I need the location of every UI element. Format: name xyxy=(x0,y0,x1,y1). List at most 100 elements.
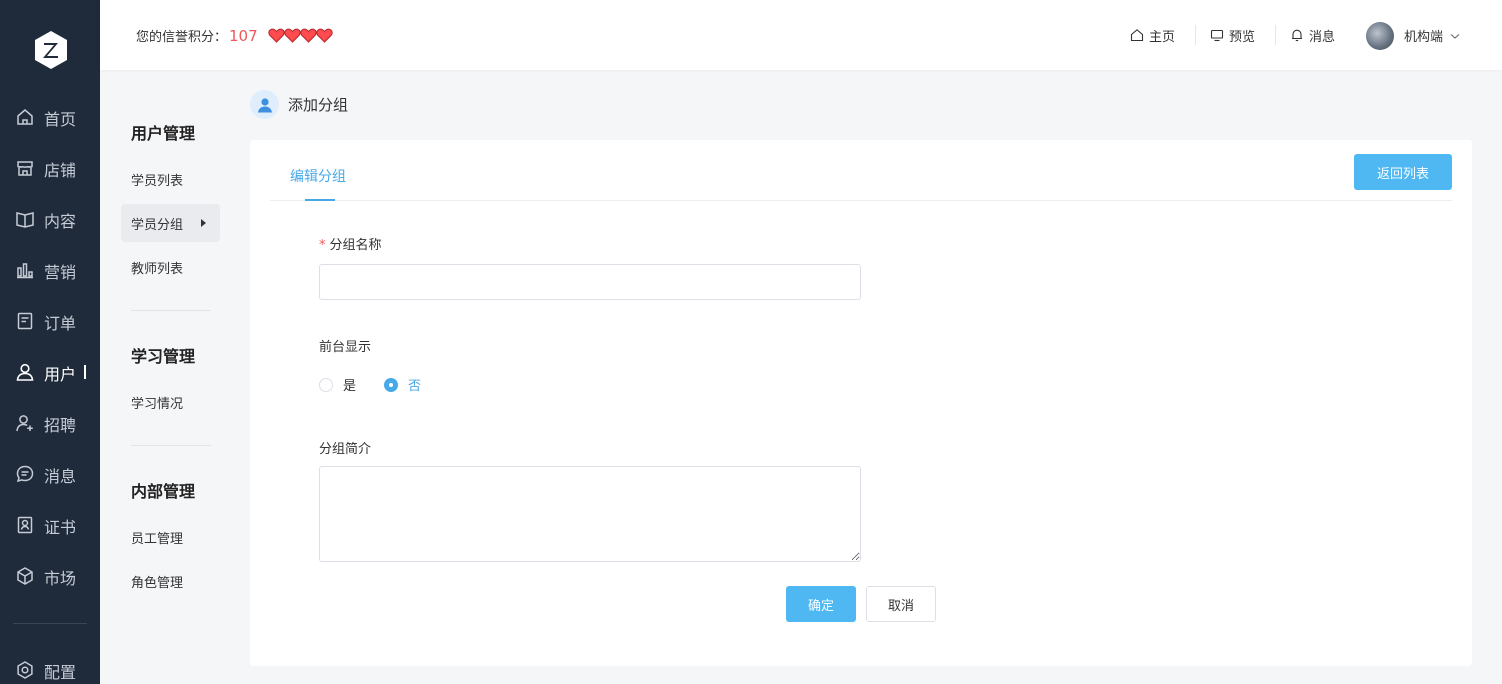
store-icon xyxy=(17,161,33,176)
submenu-item-student-list[interactable]: 学员列表 xyxy=(121,160,220,198)
certificate-icon xyxy=(17,516,33,534)
user-menu[interactable]: 机构端 xyxy=(1404,26,1461,45)
submenu-item-label: 学习情况 xyxy=(131,396,184,412)
sidebar-item-recruit[interactable]: 招聘 xyxy=(0,408,100,438)
sidebar-item-label: 订单 xyxy=(44,314,77,333)
radio-circle[interactable] xyxy=(319,377,333,392)
group-intro-textarea[interactable] xyxy=(319,466,861,562)
tab-divider xyxy=(270,200,1452,201)
sidebar-item-home[interactable]: 首页 xyxy=(0,102,100,132)
gear-icon xyxy=(17,661,33,679)
submenu-item-teacher-list[interactable]: 教师列表 xyxy=(121,248,220,286)
credit-value: 107 xyxy=(229,26,258,45)
submenu-item-label: 学员分组 xyxy=(131,217,184,233)
user-name: 机构端 xyxy=(1404,30,1444,45)
sidebar-item-label: 营销 xyxy=(44,263,77,282)
sidebar-item-label: 消息 xyxy=(44,467,77,486)
group-name-input[interactable] xyxy=(319,264,861,300)
header-separator xyxy=(1275,25,1276,45)
sidebar-item-market[interactable]: 市场 xyxy=(0,561,100,591)
header-nav-label: 预览 xyxy=(1229,29,1256,45)
sidebar-item-messages[interactable]: 消息 xyxy=(0,459,100,489)
submenu-item-staff[interactable]: 员工管理 xyxy=(121,518,220,556)
submenu-divider xyxy=(131,310,211,311)
sidebar-item-marketing[interactable]: 营销 xyxy=(0,255,100,285)
sidebar-item-label: 市场 xyxy=(44,569,77,588)
header-nav-home[interactable]: 主页 xyxy=(1130,24,1175,46)
credit-label: 您的信誉积分： xyxy=(136,30,228,45)
chart-bars-icon xyxy=(17,263,33,279)
heart-icon xyxy=(284,28,301,43)
header-nav-label: 主页 xyxy=(1149,29,1176,45)
active-indicator xyxy=(84,365,86,379)
radio-label: 是 xyxy=(343,379,357,394)
home-icon xyxy=(1130,29,1144,42)
submenu-group-title: 内部管理 xyxy=(131,482,196,501)
bell-icon xyxy=(1292,29,1302,42)
header-separator xyxy=(1195,25,1196,45)
header-nav-preview[interactable]: 预览 xyxy=(1210,24,1255,46)
submenu-item-label: 教师列表 xyxy=(131,261,184,277)
sidebar-item-label: 招聘 xyxy=(44,416,77,435)
sub-menu: 用户管理 学员列表 学员分组 教师列表 学习管理 学习情况 内部管理 员工管理 … xyxy=(100,70,240,684)
header-nav-label: 消息 xyxy=(1309,29,1336,45)
group-name-label: * 分组名称 xyxy=(319,234,382,253)
app-logo-icon[interactable] xyxy=(33,30,69,70)
submenu-group-title: 用户管理 xyxy=(131,124,196,143)
user-avatar-icon xyxy=(250,90,279,119)
cube-icon xyxy=(17,567,33,585)
sidebar-item-label: 证书 xyxy=(44,518,77,537)
display-label: 前台显示 xyxy=(319,340,372,355)
book-icon xyxy=(16,212,34,228)
chat-icon xyxy=(16,465,34,483)
display-radio-group: 是 否 xyxy=(319,375,449,394)
avatar[interactable] xyxy=(1366,22,1394,50)
radio-label: 否 xyxy=(408,379,422,394)
radio-no[interactable]: 否 xyxy=(384,375,421,394)
header-nav-messages[interactable]: 消息 xyxy=(1290,24,1335,46)
heart-icon xyxy=(316,28,333,43)
back-to-list-button[interactable]: 返回列表 xyxy=(1354,154,1452,190)
document-icon xyxy=(17,312,33,330)
chevron-down-icon xyxy=(1450,33,1460,39)
credit-score: 您的信誉积分： 107 xyxy=(136,26,333,45)
main-sidebar: 首页 店铺 内容 营销 订单 用户 招聘 消息 证书 市场 配置 xyxy=(0,0,100,684)
tab-edit-group[interactable]: 编辑分组 xyxy=(290,166,346,186)
user-icon xyxy=(16,363,34,381)
heart-icon xyxy=(268,28,285,43)
sidebar-item-label: 配置 xyxy=(44,663,77,682)
page-title: 添加分组 xyxy=(250,90,348,119)
sidebar-item-label: 内容 xyxy=(44,212,77,231)
submenu-divider xyxy=(131,445,211,446)
cancel-button[interactable]: 取消 xyxy=(866,586,936,622)
sidebar-item-settings[interactable]: 配置 xyxy=(0,655,100,684)
submenu-item-label: 角色管理 xyxy=(131,575,184,591)
submenu-item-learning-status[interactable]: 学习情况 xyxy=(121,383,220,421)
sidebar-item-users[interactable]: 用户 xyxy=(0,357,100,387)
submenu-group-title: 学习管理 xyxy=(131,347,196,366)
confirm-button[interactable]: 确定 xyxy=(786,586,856,622)
submenu-item-roles[interactable]: 角色管理 xyxy=(121,562,220,600)
credit-hearts xyxy=(268,28,333,43)
group-intro-label: 分组简介 xyxy=(319,442,372,457)
monitor-icon xyxy=(1210,29,1224,42)
form-card: 编辑分组 返回列表 * 分组名称 前台显示 是 否 分组简介 确定 取消 xyxy=(250,140,1472,666)
home-icon xyxy=(17,109,33,125)
sidebar-item-label: 用户 xyxy=(44,365,77,384)
sidebar-item-store[interactable]: 店铺 xyxy=(0,153,100,183)
tab-active-indicator xyxy=(305,199,335,201)
sidebar-item-certificate[interactable]: 证书 xyxy=(0,510,100,540)
radio-yes[interactable]: 是 xyxy=(319,375,356,394)
caret-right-icon xyxy=(201,219,206,227)
sidebar-item-orders[interactable]: 订单 xyxy=(0,306,100,336)
heart-icon xyxy=(300,28,317,43)
user-add-icon xyxy=(16,415,33,432)
sidebar-item-label: 首页 xyxy=(44,110,77,129)
submenu-item-label: 学员列表 xyxy=(131,173,184,189)
required-mark: * xyxy=(319,238,326,253)
submenu-item-student-group[interactable]: 学员分组 xyxy=(121,204,220,242)
sidebar-item-content[interactable]: 内容 xyxy=(0,204,100,234)
sidebar-divider xyxy=(13,623,87,624)
page-title-text: 添加分组 xyxy=(288,96,349,114)
radio-circle[interactable] xyxy=(384,377,399,392)
